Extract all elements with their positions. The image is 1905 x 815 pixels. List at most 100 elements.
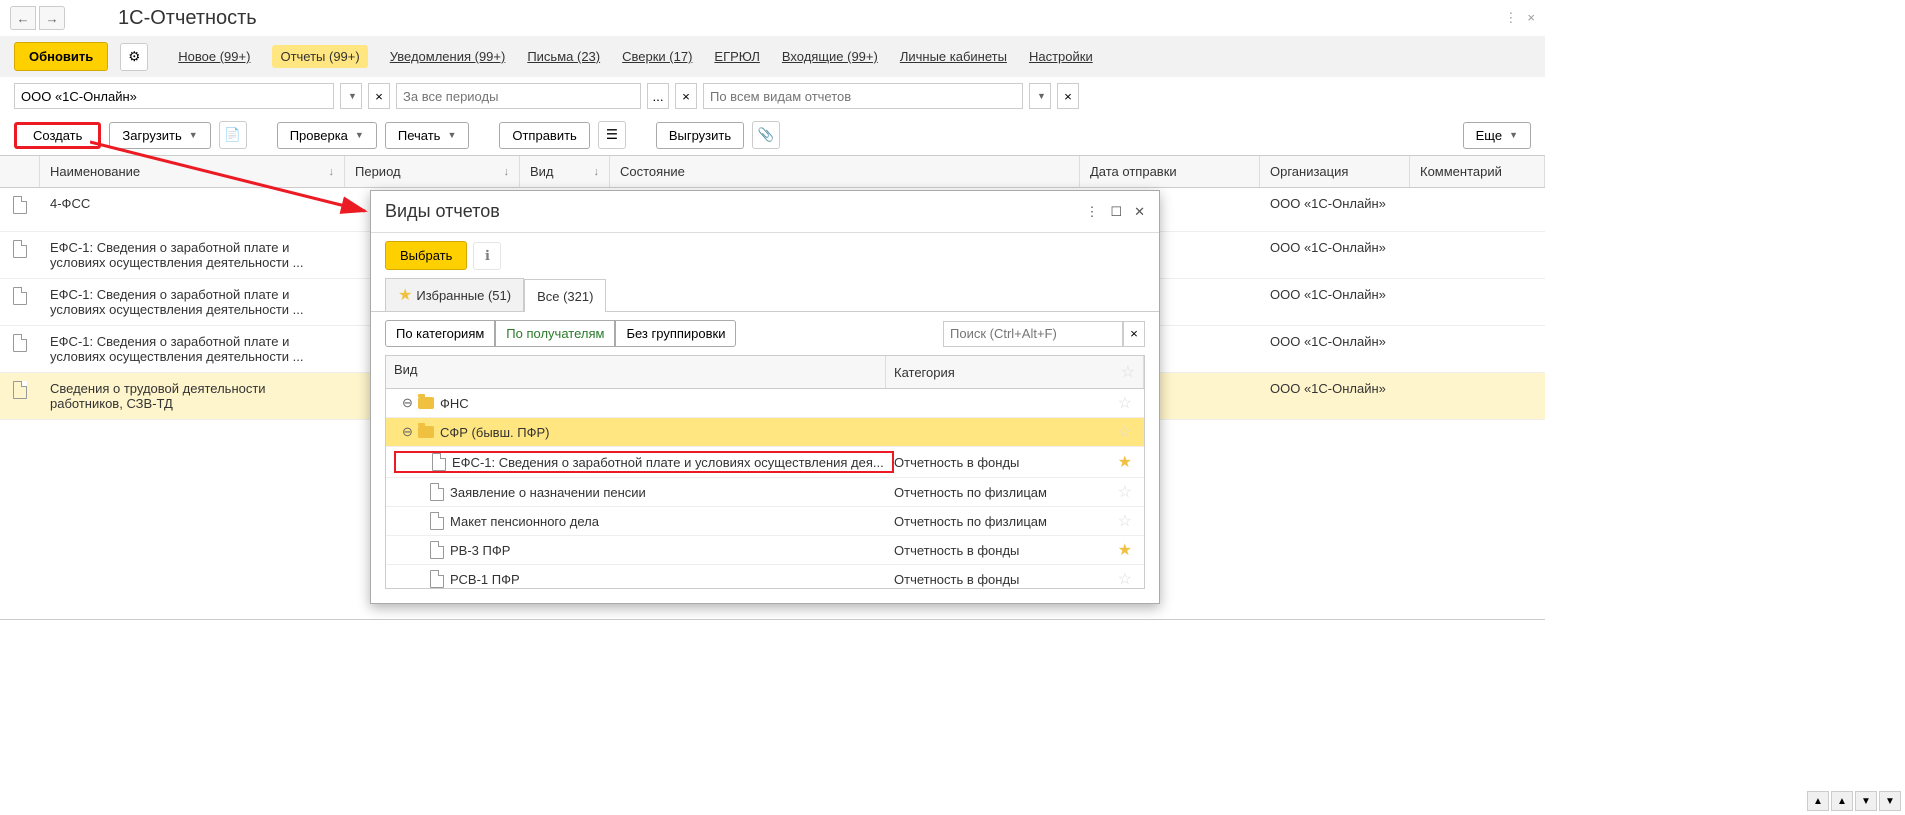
expand-icon[interactable]: ⊖ — [402, 395, 412, 411]
tab-favorites[interactable]: ★Избранные (51) — [385, 278, 524, 311]
star-icon[interactable]: ☆ — [1118, 422, 1132, 442]
load-button[interactable]: Загрузить▼ — [109, 122, 210, 149]
page-title: 1С-Отчетность — [118, 7, 257, 30]
more-button[interactable]: Еще▼ — [1463, 122, 1531, 149]
org-filter-dropdown[interactable]: ▼ — [340, 83, 362, 109]
send-button[interactable]: Отправить — [499, 122, 589, 149]
star-icon[interactable]: ★ — [1118, 452, 1132, 472]
tree-item[interactable]: Макет пенсионного дела Отчетность по физ… — [386, 507, 1144, 536]
attach-icon-button[interactable]: 📎 — [752, 121, 780, 149]
tree-folder[interactable]: ⊖ СФР (бывш. ПФР) ☆ — [386, 418, 1144, 447]
th-name[interactable]: Наименование↓ — [40, 156, 345, 187]
title-bar: ← → 1С-Отчетность ⋮ × — [0, 0, 1545, 36]
folder-icon — [418, 397, 434, 409]
tree-category: Отчетность в фонды — [894, 543, 1019, 558]
select-button[interactable]: Выбрать — [385, 241, 467, 270]
group-by-category[interactable]: По категориям — [385, 320, 495, 347]
tree-item[interactable]: Заявление о назначении пенсии Отчетность… — [386, 478, 1144, 507]
tree-col-category[interactable]: Категория☆ — [886, 356, 1144, 388]
th-date[interactable]: Дата отправки — [1080, 156, 1260, 187]
dialog-maximize-icon[interactable]: ☐ — [1110, 204, 1122, 220]
type-filter-input[interactable] — [703, 83, 1023, 109]
th-type[interactable]: Вид↓ — [520, 156, 610, 187]
group-none[interactable]: Без группировки — [615, 320, 736, 347]
tree-label: Макет пенсионного дела — [450, 514, 599, 529]
refresh-button[interactable]: Обновить — [14, 42, 108, 71]
th-org[interactable]: Организация — [1260, 156, 1410, 187]
menu-dots-icon[interactable]: ⋮ — [1504, 10, 1517, 26]
toolbar-tab[interactable]: Отчеты (99+) — [272, 45, 367, 68]
cell-org: ООО «1С-Онлайн» — [1260, 326, 1410, 357]
type-filter-dropdown[interactable]: ▼ — [1029, 83, 1051, 109]
export-button[interactable]: Выгрузить — [656, 122, 744, 149]
toolbar-tab[interactable]: Новое (99+) — [178, 45, 250, 68]
nav-forward-button[interactable]: → — [39, 6, 65, 30]
toolbar-tab[interactable]: Входящие (99+) — [782, 45, 878, 68]
tree-item[interactable]: РВ-3 ПФР Отчетность в фонды ★ — [386, 536, 1144, 565]
org-filter-clear[interactable]: × — [368, 83, 390, 109]
document-icon — [430, 512, 444, 530]
file-icon-button[interactable]: 📄 — [219, 121, 247, 149]
scroll-bottom-button[interactable]: ▼ — [1879, 791, 1901, 811]
toolbar-tab[interactable]: Уведомления (99+) — [390, 45, 506, 68]
cell-org: ООО «1С-Онлайн» — [1260, 232, 1410, 263]
print-button[interactable]: Печать▼ — [385, 122, 470, 149]
tree-col-type[interactable]: Вид — [386, 356, 886, 388]
tree-body: ⊖ФНС ☆ ⊖ СФР (бывш. ПФР) ☆ ЕФС-1: Сведени… — [385, 389, 1145, 589]
cell-name: ЕФС-1: Сведения о заработной плате и усл… — [40, 326, 345, 372]
dialog-close-icon[interactable]: ✕ — [1134, 204, 1145, 220]
toolbar-tab[interactable]: Письма (23) — [527, 45, 600, 68]
tree-label: ЕФС-1: Сведения о заработной плате и усл… — [452, 455, 884, 470]
org-filter-input[interactable] — [14, 83, 334, 109]
th-period[interactable]: Период↓ — [345, 156, 520, 187]
star-icon[interactable]: ☆ — [1118, 569, 1132, 589]
document-icon — [13, 334, 27, 352]
document-icon — [432, 453, 446, 471]
type-filter-clear[interactable]: × — [1057, 83, 1079, 109]
period-filter-more[interactable]: ... — [647, 83, 669, 109]
expand-icon[interactable]: ⊖ — [402, 424, 412, 440]
star-icon[interactable]: ☆ — [1118, 482, 1132, 502]
scroll-down-button[interactable]: ▼ — [1855, 791, 1877, 811]
list-icon-button[interactable]: ☰ — [598, 121, 626, 149]
cell-org: ООО «1С-Онлайн» — [1260, 188, 1410, 219]
tree-item[interactable]: ЕФС-1: Сведения о заработной плате и усл… — [386, 447, 1144, 478]
group-by-recipient[interactable]: По получателям — [495, 320, 615, 347]
tree-item[interactable]: РСВ-1 ПФР Отчетность в фонды☆ — [386, 565, 1144, 589]
close-icon[interactable]: × — [1527, 10, 1535, 26]
settings-button[interactable]: ⚙ — [120, 43, 148, 71]
period-filter-clear[interactable]: × — [675, 83, 697, 109]
nav-back-button[interactable]: ← — [10, 6, 36, 30]
document-icon — [13, 381, 27, 399]
period-filter-input[interactable] — [396, 83, 641, 109]
tab-all[interactable]: Все (321) — [524, 279, 606, 312]
th-comment[interactable]: Комментарий — [1410, 156, 1545, 187]
info-icon-button[interactable]: ℹ — [473, 242, 501, 270]
th-icon[interactable] — [0, 156, 40, 187]
toolbar-tab[interactable]: Настройки — [1029, 45, 1093, 68]
document-icon — [13, 240, 27, 258]
star-icon[interactable]: ☆ — [1118, 511, 1132, 531]
action-bar: Создать Загрузить▼ 📄 Проверка▼ Печать▼ О… — [0, 115, 1545, 155]
scroll-up-button[interactable]: ▲ — [1831, 791, 1853, 811]
search-clear[interactable]: × — [1123, 321, 1145, 347]
toolbar-tab[interactable]: Личные кабинеты — [900, 45, 1007, 68]
check-button[interactable]: Проверка▼ — [277, 122, 377, 149]
cell-name: 4-ФСС — [40, 188, 345, 219]
tree-label: СФР (бывш. ПФР) — [440, 425, 549, 440]
toolbar-tab[interactable]: ЕГРЮЛ — [714, 45, 759, 68]
toolbar-tab[interactable]: Сверки (17) — [622, 45, 692, 68]
tree-label: Заявление о назначении пенсии — [450, 485, 646, 500]
dialog-menu-icon[interactable]: ⋮ — [1085, 204, 1098, 220]
scroll-top-button[interactable]: ▲ — [1807, 791, 1829, 811]
star-icon[interactable]: ★ — [1118, 540, 1132, 560]
table-header: Наименование↓ Период↓ Вид↓ Состояние Дат… — [0, 155, 1545, 188]
tree-folder[interactable]: ⊖ФНС ☆ — [386, 389, 1144, 418]
tree-category: Отчетность в фонды — [894, 455, 1019, 470]
th-state[interactable]: Состояние — [610, 156, 1080, 187]
search-input[interactable] — [943, 321, 1123, 347]
create-button[interactable]: Создать — [14, 122, 101, 149]
tree-label: РВ-3 ПФР — [450, 543, 510, 558]
cell-name: Сведения о трудовой деятельности работни… — [40, 373, 345, 419]
star-icon[interactable]: ☆ — [1118, 393, 1132, 413]
